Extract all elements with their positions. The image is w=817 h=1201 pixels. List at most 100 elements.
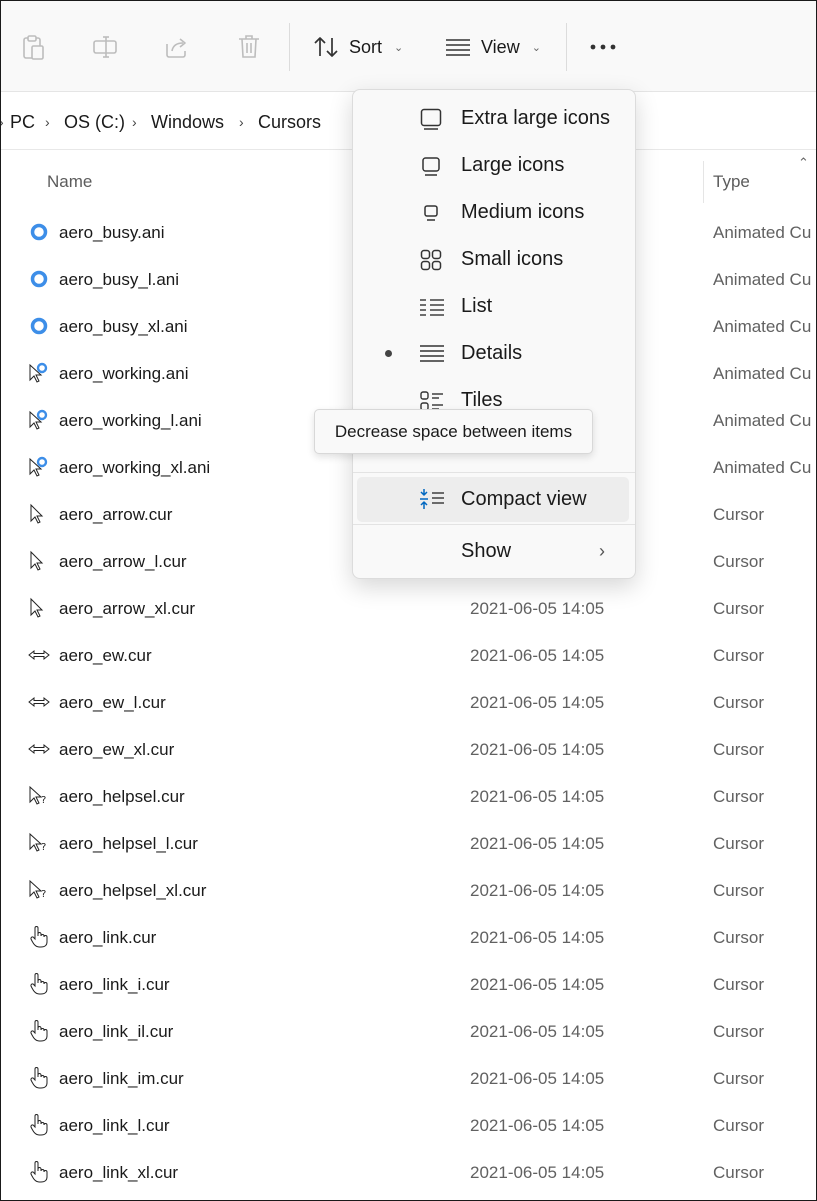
- medium-icons-icon: [419, 201, 443, 225]
- file-type: Cursor: [713, 928, 765, 947]
- file-row[interactable]: aero_ew_l.cur 2021-06-05 14:05 Cursor: [1, 680, 816, 727]
- svg-text:?: ?: [41, 795, 46, 806]
- hand-cursor-icon: [27, 1160, 51, 1184]
- menu-item-show[interactable]: Show ›: [357, 529, 629, 574]
- share-button[interactable]: [161, 31, 193, 63]
- breadcrumb-item-cursors[interactable]: Cursors: [258, 112, 321, 133]
- chevron-down-icon: ⌄: [531, 41, 541, 54]
- menu-item-label: Large icons: [461, 154, 565, 176]
- file-name: aero_working.ani: [59, 364, 189, 383]
- working-cursor-icon: [27, 455, 51, 479]
- toolbar-separator: [566, 23, 567, 71]
- file-name: aero_busy.ani: [59, 223, 165, 242]
- view-icon: [446, 39, 470, 56]
- file-row[interactable]: aero_link.cur 2021-06-05 14:05 Cursor: [1, 915, 816, 962]
- arrow-cursor-icon: [27, 549, 51, 573]
- file-name: aero_helpsel.cur: [59, 787, 185, 806]
- working-cursor-icon: [27, 408, 51, 432]
- file-row[interactable]: aero_ew.cur 2021-06-05 14:05 Cursor: [1, 633, 816, 680]
- help-cursor-icon: ?: [27, 784, 51, 808]
- file-date-modified: 2021-06-05 14:05: [470, 834, 605, 853]
- working-cursor-icon: [27, 361, 51, 385]
- file-type: Animated Cu: [713, 223, 812, 242]
- file-row[interactable]: aero_ew_xl.cur 2021-06-05 14:05 Cursor: [1, 727, 816, 774]
- view-button[interactable]: View ⌄: [445, 31, 541, 63]
- file-type: Cursor: [713, 975, 765, 994]
- rename-icon: [93, 36, 117, 58]
- file-row[interactable]: aero_link_l.cur 2021-06-05 14:05 Cursor: [1, 1103, 816, 1150]
- large-icons-icon: [419, 154, 443, 178]
- menu-item-medium-icons[interactable]: Medium icons: [357, 190, 629, 235]
- menu-item-large-icons[interactable]: Large icons: [357, 143, 629, 188]
- more-options-button[interactable]: [587, 31, 619, 63]
- view-label: View: [481, 36, 520, 57]
- file-type: Cursor: [713, 552, 765, 571]
- file-name: aero_busy_xl.ani: [59, 317, 188, 336]
- file-type: Cursor: [713, 646, 765, 665]
- menu-item-details[interactable]: Details: [357, 331, 629, 376]
- file-row[interactable]: ? aero_helpsel.cur 2021-06-05 14:05 Cursor: [1, 774, 816, 821]
- file-row[interactable]: aero_arrow_xl.cur 2021-06-05 14:05 Cursor: [1, 586, 816, 633]
- file-date-modified: 2021-06-05 14:05: [470, 787, 605, 806]
- file-name: aero_helpsel_xl.cur: [59, 881, 207, 900]
- file-name: aero_ew_xl.cur: [59, 740, 175, 759]
- chevron-right-icon: ›: [239, 114, 244, 130]
- menu-item-list[interactable]: List: [357, 284, 629, 329]
- file-date-modified: 2021-06-05 14:05: [470, 1022, 605, 1041]
- column-header-name[interactable]: Name: [47, 172, 92, 192]
- menu-item-extra-large-icons[interactable]: Extra large icons: [357, 96, 629, 141]
- column-header-type[interactable]: Type: [713, 172, 750, 192]
- file-name: aero_helpsel_l.cur: [59, 834, 198, 853]
- file-date-modified: 2021-06-05 14:05: [470, 928, 605, 947]
- sort-label: Sort: [349, 36, 383, 57]
- file-type: Cursor: [713, 1163, 765, 1182]
- busy-ring-icon: [27, 267, 51, 291]
- chevron-right-icon: ›: [1, 114, 4, 130]
- menu-separator: [353, 524, 635, 525]
- file-name: aero_link_im.cur: [59, 1069, 184, 1088]
- file-row[interactable]: aero_link_im.cur 2021-06-05 14:05 Cursor: [1, 1056, 816, 1103]
- hand-cursor-icon: [27, 1113, 51, 1137]
- file-name: aero_link_il.cur: [59, 1022, 174, 1041]
- file-type: Cursor: [713, 740, 765, 759]
- menu-item-small-icons[interactable]: Small icons: [357, 237, 629, 282]
- breadcrumb-item-windows[interactable]: Windows: [151, 112, 224, 133]
- file-row[interactable]: ? aero_helpsel_l.cur 2021-06-05 14:05 Curso…: [1, 821, 816, 868]
- file-row[interactable]: aero_link_i.cur 2021-06-05 14:05 Cursor: [1, 962, 816, 1009]
- file-type: Cursor: [713, 1116, 765, 1135]
- chevron-right-icon: ›: [599, 541, 605, 561]
- view-menu: Extra large icons Large icons Medium icons…: [352, 89, 636, 579]
- file-row[interactable]: aero_link_il.cur 2021-06-05 14:05 Cursor: [1, 1009, 816, 1056]
- resize-ew-icon: [27, 690, 51, 714]
- compact-view-label: Compact view: [461, 488, 587, 510]
- menu-item-compact-view[interactable]: Compact view: [357, 477, 629, 522]
- busy-ring-icon: [27, 314, 51, 338]
- file-name: aero_link.cur: [59, 928, 157, 947]
- file-name: aero_link_xl.cur: [59, 1163, 179, 1182]
- file-row[interactable]: ? aero_helpsel_xl.cur 2021-06-05 14:05 Curs…: [1, 868, 816, 915]
- paste-button[interactable]: [17, 31, 49, 63]
- file-type: Animated Cu: [713, 458, 812, 477]
- file-name: aero_working_xl.ani: [59, 458, 211, 477]
- column-divider[interactable]: [703, 161, 704, 203]
- file-type: Cursor: [713, 787, 765, 806]
- menu-item-label: List: [461, 295, 493, 317]
- file-date-modified: 2021-06-05 14:05: [470, 693, 605, 712]
- breadcrumb-item-os-c[interactable]: OS (C:): [64, 112, 125, 133]
- rename-button[interactable]: [89, 31, 121, 63]
- file-type: Cursor: [713, 881, 765, 900]
- chevron-right-icon: ›: [132, 114, 137, 130]
- sort-button[interactable]: Sort ⌄: [313, 31, 403, 63]
- breadcrumb-item-pc[interactable]: PC: [10, 112, 35, 133]
- file-name: aero_ew_l.cur: [59, 693, 166, 712]
- file-name: aero_arrow_l.cur: [59, 552, 187, 571]
- file-date-modified: 2021-06-05 14:05: [470, 1116, 605, 1135]
- file-name: aero_working_l.ani: [59, 411, 202, 430]
- hand-cursor-icon: [27, 972, 51, 996]
- delete-button[interactable]: [233, 31, 265, 63]
- hand-cursor-icon: [27, 1019, 51, 1043]
- list-icon: [419, 295, 444, 319]
- file-row[interactable]: aero_link_xl.cur 2021-06-05 14:05 Cursor: [1, 1150, 816, 1197]
- small-icons-icon: [419, 248, 443, 272]
- file-type: Animated Cu: [713, 270, 812, 289]
